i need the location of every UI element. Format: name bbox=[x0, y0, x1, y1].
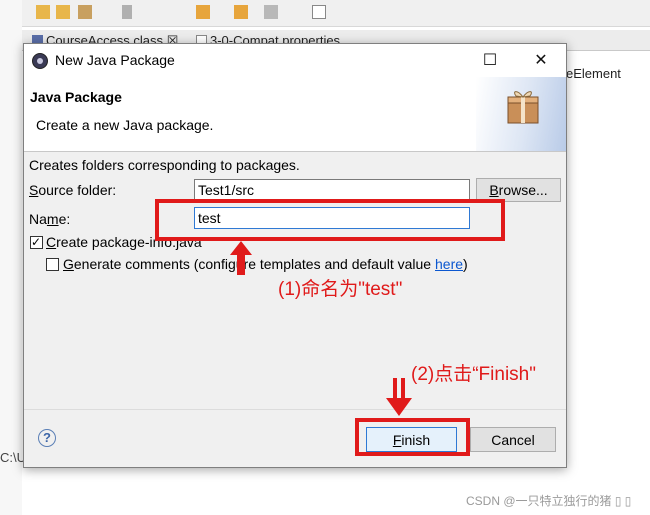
ide-toolbar bbox=[0, 0, 650, 27]
create-package-info-checkbox[interactable]: ✓ bbox=[30, 235, 43, 249]
name-highlight-box bbox=[155, 199, 505, 241]
name-label-text: Name: bbox=[29, 211, 71, 227]
info-message: Creates folders corresponding to package… bbox=[29, 157, 300, 173]
checkmark-icon: ✓ bbox=[31, 235, 42, 249]
dialog-titlebar[interactable]: New Java Package ☐ ✕ bbox=[24, 44, 566, 77]
close-button[interactable]: ✕ bbox=[518, 44, 564, 77]
step1-annotation: (1)命名为"test" bbox=[278, 279, 403, 300]
source-folder-label-text: Source folder: bbox=[29, 182, 117, 198]
finish-highlight-box bbox=[355, 418, 470, 456]
open-folder-icon[interactable] bbox=[36, 5, 50, 19]
step2-annotation: (2)点击“Finish" bbox=[411, 364, 536, 385]
wizard-title: Java Package bbox=[30, 89, 122, 105]
generate-comments-checkbox[interactable] bbox=[46, 258, 59, 271]
source-folder-field[interactable] bbox=[194, 179, 470, 201]
left-panel bbox=[0, 0, 22, 515]
view-icon[interactable] bbox=[312, 5, 326, 19]
back-arrow-icon[interactable] bbox=[196, 5, 210, 19]
generate-comments-suffix: ) bbox=[463, 256, 468, 272]
outline-text: eElement bbox=[566, 66, 621, 81]
name-label: Name: bbox=[29, 211, 70, 227]
wizard-description: Create a new Java package. bbox=[36, 117, 214, 133]
footer-separator bbox=[24, 409, 566, 410]
forward-arrow-icon[interactable] bbox=[234, 5, 248, 19]
debug-icon[interactable] bbox=[122, 5, 132, 19]
source-folder-label: Source folder: bbox=[29, 182, 116, 198]
maximize-button[interactable]: ☐ bbox=[467, 44, 513, 77]
generate-comments-label[interactable]: Generate comments (configure templates a… bbox=[63, 256, 468, 272]
eclipse-icon bbox=[32, 53, 48, 69]
nav-arrow-icon[interactable] bbox=[264, 5, 278, 19]
dialog-title: New Java Package bbox=[55, 52, 175, 68]
watermark: CSDN @一只特立独行的猪 ▯ ▯ bbox=[466, 494, 632, 508]
package-icon bbox=[507, 91, 539, 124]
up-arrow-icon bbox=[230, 241, 252, 275]
here-link[interactable]: here bbox=[435, 256, 463, 272]
folder-icon[interactable] bbox=[56, 5, 70, 19]
wizard-banner: Java Package Create a new Java package. bbox=[24, 77, 566, 152]
down-arrow-icon bbox=[386, 378, 412, 416]
wand-icon[interactable] bbox=[78, 5, 92, 19]
help-icon[interactable]: ? bbox=[38, 429, 56, 447]
cancel-button[interactable]: Cancel bbox=[470, 427, 556, 452]
new-java-package-dialog: New Java Package ☐ ✕ Java Package Create… bbox=[23, 43, 567, 468]
